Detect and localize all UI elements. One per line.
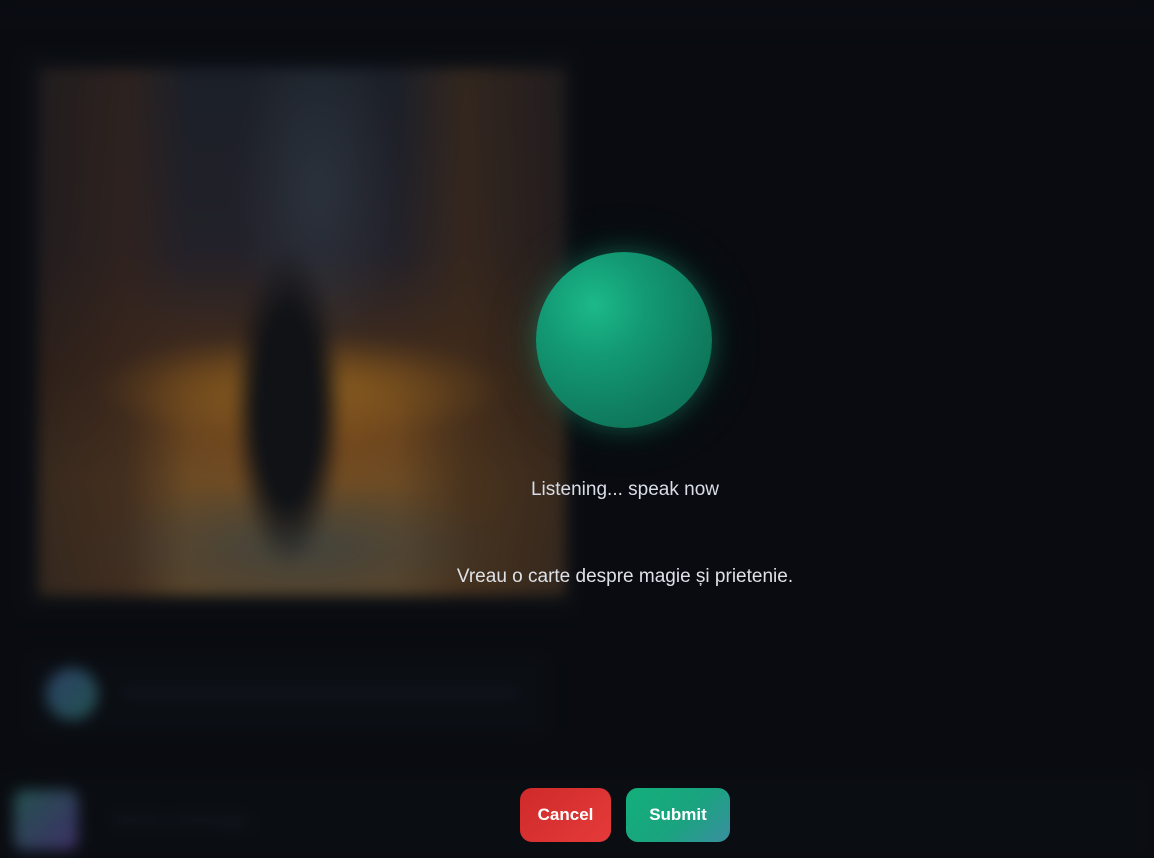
voice-input-screen: Send a message... Listening... speak now…	[0, 0, 1154, 858]
submit-button[interactable]: Submit	[626, 788, 730, 842]
cancel-button[interactable]: Cancel	[520, 788, 611, 842]
listening-orb	[536, 252, 712, 428]
overlay-dim	[0, 0, 1154, 858]
speech-transcript: Vreau o carte despre magie și prietenie.	[456, 566, 794, 587]
listening-status: Listening... speak now	[530, 479, 719, 500]
